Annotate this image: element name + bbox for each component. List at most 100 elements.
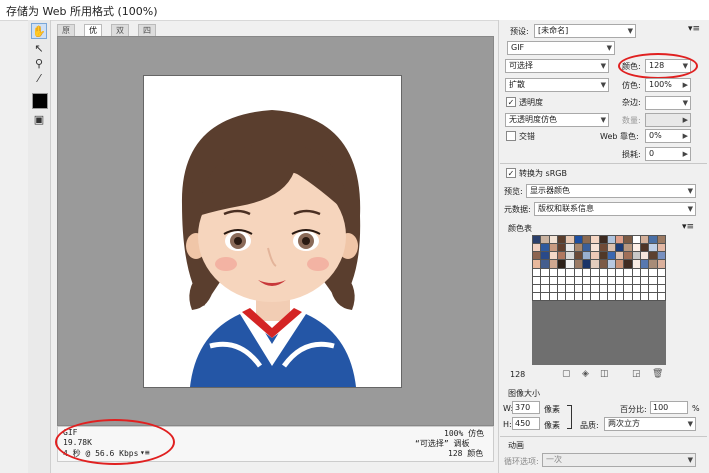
color-swatch[interactable]	[657, 268, 665, 276]
color-swatch[interactable]	[557, 276, 566, 284]
color-swatch[interactable]	[649, 276, 657, 284]
color-swatch[interactable]	[599, 292, 607, 300]
color-swatch[interactable]	[616, 276, 624, 284]
transparency-checkbox[interactable]: ✓	[506, 97, 516, 107]
color-swatch[interactable]	[582, 292, 591, 300]
color-swatch[interactable]	[657, 284, 665, 292]
width-input[interactable]: 370	[512, 401, 540, 414]
quality-select[interactable]: 两次立方 ▼	[604, 417, 696, 431]
metadata-select[interactable]: 版权和联系信息 ▼	[534, 202, 696, 216]
color-swatch[interactable]	[582, 268, 591, 276]
interlaced-checkbox[interactable]	[506, 131, 516, 141]
zoom-icon[interactable]: ⚲	[31, 55, 47, 71]
color-swatch[interactable]	[607, 236, 616, 244]
color-swatch[interactable]	[649, 268, 657, 276]
map-color-icon[interactable]: ▢	[562, 369, 571, 379]
color-swatch[interactable]	[641, 244, 649, 252]
web-shift-icon[interactable]: ◈	[582, 369, 589, 379]
toggle-slices-icon[interactable]: ▣	[31, 111, 47, 127]
percent-input[interactable]: 100	[650, 401, 688, 414]
color-swatch[interactable]	[649, 236, 657, 244]
color-swatch[interactable]	[624, 244, 632, 252]
color-swatch[interactable]	[632, 236, 641, 244]
preview-select[interactable]: 显示器颜色 ▼	[526, 184, 696, 198]
color-swatch[interactable]	[582, 260, 591, 268]
dither-amount-input[interactable]: 100% ▶	[645, 78, 691, 92]
color-swatch[interactable]	[582, 284, 591, 292]
color-swatch[interactable]	[599, 236, 607, 244]
new-color-icon[interactable]: ◲	[632, 369, 641, 379]
color-swatch[interactable]	[591, 236, 599, 244]
lossy-input[interactable]: 0 ▶	[645, 147, 691, 161]
color-swatch[interactable]	[566, 260, 574, 268]
color-swatch[interactable]	[632, 244, 641, 252]
color-swatch[interactable]	[641, 276, 649, 284]
color-swatch[interactable]	[649, 292, 657, 300]
color-swatch[interactable]	[549, 244, 557, 252]
color-swatch[interactable]	[549, 252, 557, 260]
color-swatch[interactable]	[549, 260, 557, 268]
hand-icon[interactable]: ✋	[31, 23, 47, 39]
color-swatch[interactable]	[607, 252, 616, 260]
color-swatch[interactable]	[541, 276, 549, 284]
color-swatch[interactable]	[574, 252, 582, 260]
color-swatch[interactable]	[574, 284, 582, 292]
color-swatch[interactable]	[624, 268, 632, 276]
color-swatch[interactable]	[607, 244, 616, 252]
panel-menu-icon[interactable]: ▾≡	[688, 24, 700, 34]
color-swatch[interactable]	[616, 236, 624, 244]
preview-image[interactable]	[143, 75, 402, 388]
color-swatch[interactable]	[641, 260, 649, 268]
color-swatch[interactable]	[624, 252, 632, 260]
color-swatch[interactable]	[632, 252, 641, 260]
color-swatch[interactable]	[541, 236, 549, 244]
color-swatch[interactable]	[624, 276, 632, 284]
color-swatch[interactable]	[533, 244, 541, 252]
color-swatch[interactable]	[599, 276, 607, 284]
color-swatch[interactable]	[533, 252, 541, 260]
color-swatch[interactable]	[533, 260, 541, 268]
convert-srgb-checkbox[interactable]: ✓	[506, 168, 516, 178]
color-table-menu-icon[interactable]: ▾≡	[682, 222, 694, 232]
color-swatch[interactable]	[557, 284, 566, 292]
color-swatch[interactable]	[649, 252, 657, 260]
color-swatch[interactable]	[566, 268, 574, 276]
reduction-select[interactable]: 可选择 ▼	[505, 59, 609, 73]
color-swatch[interactable]	[591, 292, 599, 300]
color-swatch[interactable]	[641, 292, 649, 300]
color-swatch[interactable]	[574, 236, 582, 244]
color-swatch[interactable]	[541, 284, 549, 292]
color-swatch[interactable]	[649, 284, 657, 292]
transparency-dither-select[interactable]: 无透明度仿色 ▼	[505, 113, 609, 127]
color-swatch[interactable]	[657, 236, 665, 244]
color-swatch[interactable]	[574, 268, 582, 276]
color-swatch[interactable]	[549, 268, 557, 276]
color-swatch[interactable]	[599, 284, 607, 292]
color-swatch[interactable]	[624, 292, 632, 300]
color-swatch[interactable]	[657, 292, 665, 300]
color-swatch[interactable]	[649, 260, 657, 268]
color-swatch[interactable]	[607, 260, 616, 268]
color-swatch[interactable]	[616, 244, 624, 252]
color-swatch[interactable]	[591, 284, 599, 292]
color-swatch[interactable]	[616, 292, 624, 300]
color-swatch[interactable]	[533, 236, 541, 244]
matte-select[interactable]: ▼	[645, 96, 691, 110]
color-swatch[interactable]	[541, 268, 549, 276]
color-swatch[interactable]	[591, 268, 599, 276]
color-swatch[interactable]	[649, 244, 657, 252]
color-swatch[interactable]	[641, 284, 649, 292]
color-swatch[interactable]	[533, 276, 541, 284]
color-swatch[interactable]	[632, 284, 641, 292]
color-swatch[interactable]	[557, 292, 566, 300]
color-swatch[interactable]	[549, 292, 557, 300]
preset-select[interactable]: [未命名] ▼	[534, 24, 636, 38]
color-swatch[interactable]	[657, 252, 665, 260]
eyedropper-icon[interactable]: ⁄	[31, 70, 47, 86]
color-swatch[interactable]	[632, 268, 641, 276]
color-swatch[interactable]	[533, 284, 541, 292]
color-swatch[interactable]	[566, 276, 574, 284]
color-swatch[interactable]	[549, 236, 557, 244]
color-swatch[interactable]	[632, 260, 641, 268]
color-swatch[interactable]	[616, 284, 624, 292]
